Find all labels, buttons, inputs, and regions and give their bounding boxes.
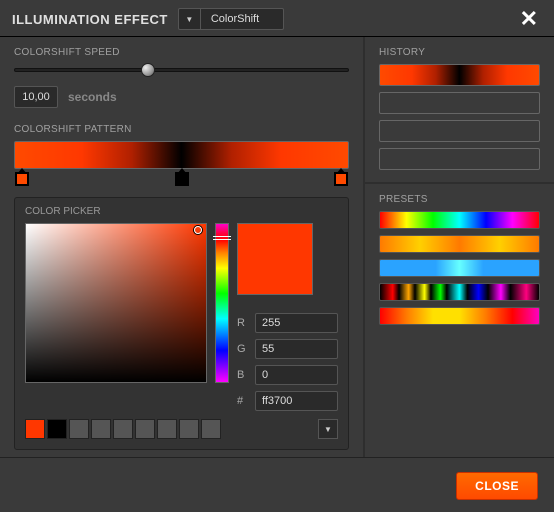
r-input[interactable]: 255 (255, 313, 338, 333)
speed-slider[interactable] (14, 68, 349, 72)
history-slot[interactable] (379, 120, 540, 142)
b-label: B (237, 369, 247, 381)
pattern-gradient[interactable] (14, 141, 349, 169)
swatch[interactable] (113, 419, 133, 439)
swatch[interactable] (91, 419, 111, 439)
divider (365, 182, 554, 184)
history-label: HISTORY (379, 47, 540, 58)
swatch[interactable] (25, 419, 45, 439)
hex-label: # (237, 395, 247, 407)
swatch[interactable] (201, 419, 221, 439)
speed-slider-thumb[interactable] (141, 63, 155, 77)
history-slot[interactable] (379, 92, 540, 114)
right-panel: HISTORY PRESETS (365, 37, 554, 457)
picker-label: COLOR PICKER (25, 206, 338, 217)
gradient-stop-left[interactable] (15, 172, 29, 186)
speed-unit: seconds (68, 90, 117, 104)
sv-panel[interactable] (25, 223, 207, 383)
preset-fire[interactable] (379, 307, 540, 325)
header-title: ILLUMINATION EFFECT (12, 12, 168, 27)
swatch[interactable] (157, 419, 177, 439)
effect-dropdown[interactable]: ▼ ColorShift (178, 8, 284, 30)
swatch[interactable] (69, 419, 89, 439)
b-input[interactable]: 0 (255, 365, 338, 385)
close-button[interactable]: CLOSE (456, 472, 538, 500)
preset-amber[interactable] (379, 235, 540, 253)
speed-label: COLORSHIFT SPEED (14, 47, 349, 58)
history-slot[interactable] (379, 64, 540, 86)
preset-rainbow[interactable] (379, 211, 540, 229)
swatch-row: ▼ (25, 419, 338, 439)
pattern-label: COLORSHIFT PATTERN (14, 124, 349, 135)
effect-dropdown-value: ColorShift (201, 13, 283, 25)
swatch[interactable] (47, 419, 67, 439)
gradient-stop-right[interactable] (334, 172, 348, 186)
close-icon[interactable]: ✕ (516, 8, 542, 30)
preset-blue[interactable] (379, 259, 540, 277)
chevron-down-icon[interactable]: ▼ (179, 9, 201, 29)
hex-input[interactable]: ff3700 (255, 391, 338, 411)
history-slot[interactable] (379, 148, 540, 170)
swatch[interactable] (179, 419, 199, 439)
color-picker-panel: COLOR PICKER R 255 G 55 (14, 197, 349, 450)
hue-slider-thumb[interactable] (213, 236, 231, 240)
header: ILLUMINATION EFFECT ▼ ColorShift ✕ (0, 0, 554, 37)
g-input[interactable]: 55 (255, 339, 338, 359)
speed-input[interactable]: 10,00 (14, 86, 58, 108)
gradient-stop-mid[interactable] (175, 172, 189, 186)
preset-rainbow-pulse[interactable] (379, 283, 540, 301)
swatch-menu-button[interactable]: ▼ (318, 419, 338, 439)
sv-crosshair[interactable] (194, 226, 202, 234)
left-panel: COLORSHIFT SPEED 10,00 seconds COLORSHIF… (0, 37, 365, 457)
hue-slider[interactable] (215, 223, 229, 383)
swatch[interactable] (135, 419, 155, 439)
presets-label: PRESETS (379, 194, 540, 205)
footer: CLOSE (0, 457, 554, 500)
color-preview (237, 223, 313, 295)
g-label: G (237, 343, 247, 355)
r-label: R (237, 317, 247, 329)
